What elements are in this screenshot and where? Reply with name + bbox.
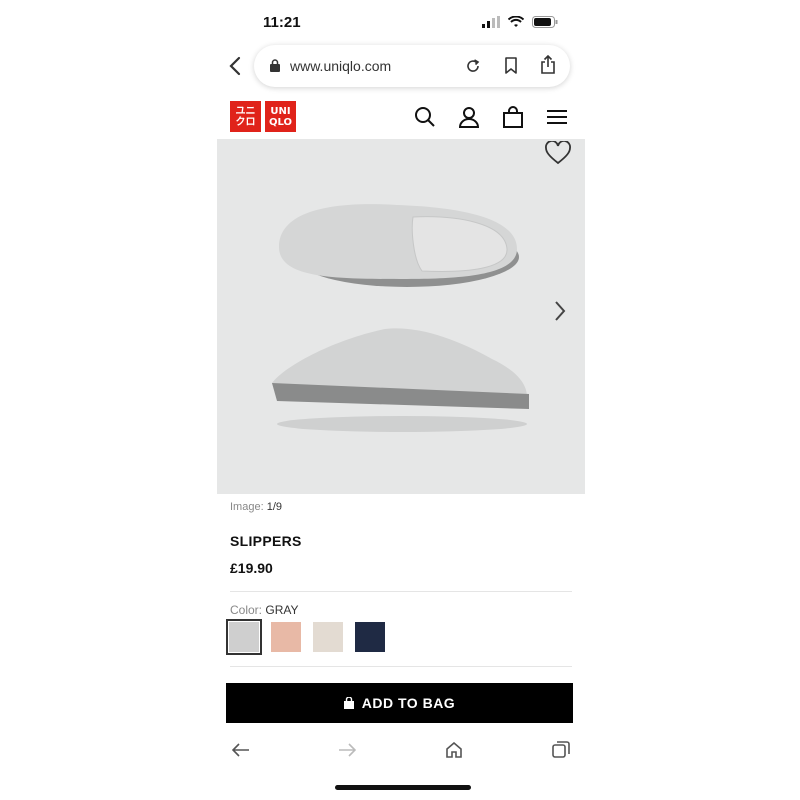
battery-icon: [532, 16, 558, 28]
color-swatch-pink[interactable]: [271, 622, 301, 652]
divider: [230, 591, 572, 592]
bag-icon: [343, 697, 354, 709]
add-to-bag-label: ADD TO BAG: [361, 695, 456, 711]
color-label: Color: GRAY: [230, 603, 299, 617]
back-icon[interactable]: [228, 56, 242, 76]
add-to-bag-button[interactable]: ADD TO BAG: [226, 683, 573, 723]
slippers-image: [272, 204, 529, 432]
menu-icon[interactable]: [546, 106, 568, 128]
product-price: £19.90: [230, 560, 273, 576]
header-icons: [414, 106, 568, 128]
address-bar[interactable]: www.uniqlo.com: [254, 45, 570, 87]
url-text[interactable]: www.uniqlo.com: [290, 58, 391, 74]
signal-icon: [482, 16, 500, 28]
share-icon[interactable]: [540, 55, 556, 74]
status-icons: [482, 16, 558, 28]
logo-latin: UNI QLO: [265, 101, 296, 132]
product-image[interactable]: [217, 139, 585, 494]
color-swatch-gray[interactable]: [226, 619, 262, 655]
forward-arrow-icon[interactable]: [338, 743, 356, 757]
color-swatches: [226, 619, 385, 655]
back-arrow-icon[interactable]: [232, 743, 250, 757]
logo-katakana: ユニ クロ: [230, 101, 261, 132]
divider: [230, 666, 572, 667]
chevron-right-icon[interactable]: [553, 299, 567, 323]
uniqlo-logo[interactable]: ユニ クロ UNI QLO: [230, 101, 296, 132]
account-icon[interactable]: [458, 106, 480, 128]
tabs-icon[interactable]: [552, 741, 570, 759]
lock-icon: [270, 59, 280, 72]
status-bar: 11:21: [218, 8, 588, 36]
browser-toolbar: [218, 738, 588, 764]
bag-icon[interactable]: [502, 106, 524, 128]
search-icon[interactable]: [414, 106, 436, 128]
product-name: SLIPPERS: [230, 533, 302, 549]
wifi-icon: [508, 16, 524, 27]
reload-icon[interactable]: [465, 58, 481, 74]
color-swatch-beige[interactable]: [313, 622, 343, 652]
image-counter: Image: 1/9: [230, 501, 282, 513]
status-time: 11:21: [263, 14, 301, 31]
heart-icon[interactable]: [545, 141, 571, 165]
bookmark-icon[interactable]: [504, 57, 518, 74]
home-icon[interactable]: [446, 742, 462, 758]
home-indicator[interactable]: [335, 785, 471, 790]
color-swatch-navy[interactable]: [355, 622, 385, 652]
